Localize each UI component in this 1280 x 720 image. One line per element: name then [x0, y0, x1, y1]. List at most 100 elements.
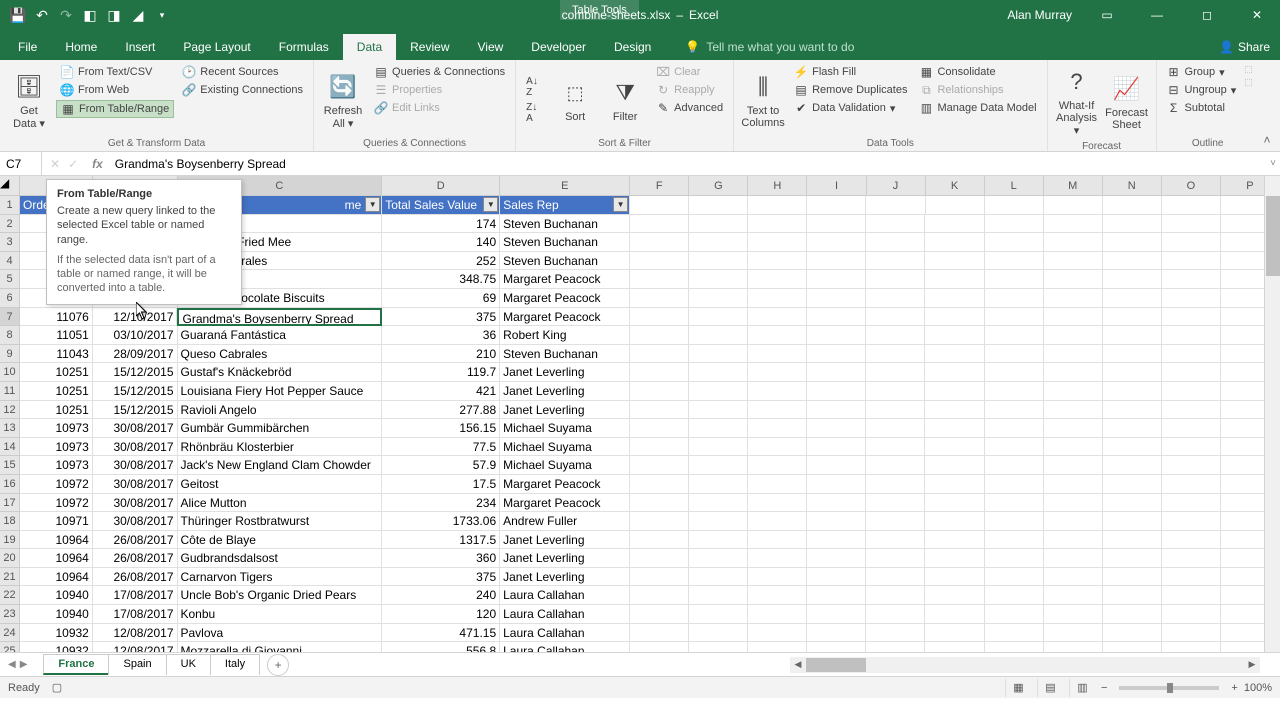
cell[interactable] [1044, 624, 1103, 643]
cell[interactable] [807, 345, 866, 364]
cell[interactable] [925, 215, 984, 234]
cell[interactable] [1103, 456, 1162, 475]
col-header-G[interactable]: G [689, 176, 748, 196]
cell[interactable]: Janet Leverling [500, 549, 630, 568]
cell[interactable]: 10964 [20, 568, 93, 587]
row-header-12[interactable]: 12 [0, 401, 20, 420]
cell[interactable] [807, 438, 866, 457]
cell[interactable]: 15/12/2015 [93, 363, 178, 382]
cell[interactable] [985, 456, 1044, 475]
clear-button[interactable]: ⌧Clear [652, 64, 727, 80]
cell[interactable] [807, 252, 866, 271]
cell[interactable] [630, 270, 689, 289]
page-break-view-icon[interactable]: ▥ [1069, 679, 1095, 697]
col-header-L[interactable]: L [985, 176, 1044, 196]
cell[interactable] [1103, 270, 1162, 289]
existing-connections-button[interactable]: 🔗Existing Connections [178, 82, 307, 98]
cell[interactable]: 234 [382, 494, 500, 513]
cell[interactable] [748, 401, 807, 420]
cell[interactable] [925, 326, 984, 345]
cell[interactable] [1044, 549, 1103, 568]
cell[interactable] [1162, 270, 1221, 289]
row-header-8[interactable]: 8 [0, 326, 20, 345]
cell[interactable] [1044, 308, 1103, 327]
cell[interactable]: 10973 [20, 438, 93, 457]
cell[interactable]: Andrew Fuller [500, 512, 630, 531]
cell[interactable] [630, 401, 689, 420]
cell[interactable] [925, 475, 984, 494]
cell[interactable] [925, 252, 984, 271]
cell[interactable] [1162, 215, 1221, 234]
cell[interactable] [748, 363, 807, 382]
row-header-1[interactable]: 1 [0, 196, 20, 215]
cell[interactable] [985, 326, 1044, 345]
cell[interactable]: 17.5 [382, 475, 500, 494]
qat-icon-2[interactable]: ◨ [106, 7, 122, 23]
cell[interactable] [866, 605, 925, 624]
cell[interactable] [925, 438, 984, 457]
cell[interactable] [807, 475, 866, 494]
cell[interactable] [807, 196, 866, 215]
cell[interactable] [748, 270, 807, 289]
cell[interactable]: 77.5 [382, 438, 500, 457]
cell[interactable] [689, 215, 748, 234]
sheet-tab-spain[interactable]: Spain [108, 654, 166, 675]
cell[interactable] [1103, 308, 1162, 327]
cell[interactable] [1103, 568, 1162, 587]
cell[interactable]: Queso Cabrales [178, 345, 383, 364]
cell[interactable] [748, 531, 807, 550]
cell[interactable] [807, 549, 866, 568]
expand-formula-bar-icon[interactable]: ˅ [1270, 158, 1276, 169]
cell[interactable] [1044, 494, 1103, 513]
cell[interactable]: 12/10/2017 [93, 308, 178, 327]
cell[interactable]: Margaret Peacock [500, 289, 630, 308]
qat-eraser-icon[interactable]: ◢ [130, 7, 146, 23]
close-button[interactable]: ✕ [1234, 0, 1280, 30]
cell[interactable] [748, 438, 807, 457]
cell[interactable] [630, 252, 689, 271]
cell[interactable]: Laura Callahan [500, 586, 630, 605]
vertical-scroll-thumb[interactable] [1266, 196, 1280, 276]
cell[interactable]: 10972 [20, 475, 93, 494]
cell[interactable] [689, 568, 748, 587]
cell[interactable]: Konbu [178, 605, 383, 624]
qat-icon-1[interactable]: ◧ [82, 7, 98, 23]
cell[interactable] [866, 270, 925, 289]
cell[interactable] [1103, 196, 1162, 215]
cell[interactable] [985, 624, 1044, 643]
cell[interactable] [1162, 549, 1221, 568]
cell[interactable] [1162, 512, 1221, 531]
ribbon-display-icon[interactable]: ▭ [1084, 0, 1130, 30]
cell[interactable] [807, 289, 866, 308]
cell[interactable] [1162, 568, 1221, 587]
cell[interactable] [1162, 419, 1221, 438]
remove-duplicates-button[interactable]: ▤Remove Duplicates [790, 82, 911, 98]
cell[interactable]: Alice Mutton [178, 494, 383, 513]
cell[interactable]: Robert King [500, 326, 630, 345]
cell[interactable] [807, 586, 866, 605]
row-header-6[interactable]: 6 [0, 289, 20, 308]
cell[interactable] [748, 586, 807, 605]
filter-dropdown-icon[interactable]: ▼ [613, 197, 628, 212]
cell[interactable] [689, 289, 748, 308]
cell[interactable] [1162, 531, 1221, 550]
macro-record-icon[interactable]: ▢ [52, 681, 62, 694]
refresh-all-button[interactable]: 🔄 Refresh All ▾ [320, 64, 366, 136]
cell[interactable]: 17/08/2017 [93, 605, 178, 624]
cell[interactable] [1044, 586, 1103, 605]
cell[interactable] [925, 568, 984, 587]
cell[interactable] [985, 363, 1044, 382]
cell[interactable] [630, 196, 689, 215]
cell[interactable] [1162, 382, 1221, 401]
cell[interactable] [689, 326, 748, 345]
cell[interactable]: Uncle Bob's Organic Dried Pears [178, 586, 383, 605]
row-header-5[interactable]: 5 [0, 270, 20, 289]
row-header-21[interactable]: 21 [0, 568, 20, 587]
cell[interactable]: 10932 [20, 624, 93, 643]
cell[interactable] [748, 382, 807, 401]
cell[interactable] [630, 289, 689, 308]
cell[interactable] [630, 345, 689, 364]
cell[interactable]: 10972 [20, 494, 93, 513]
cell[interactable]: 30/08/2017 [93, 494, 178, 513]
cell[interactable] [866, 512, 925, 531]
